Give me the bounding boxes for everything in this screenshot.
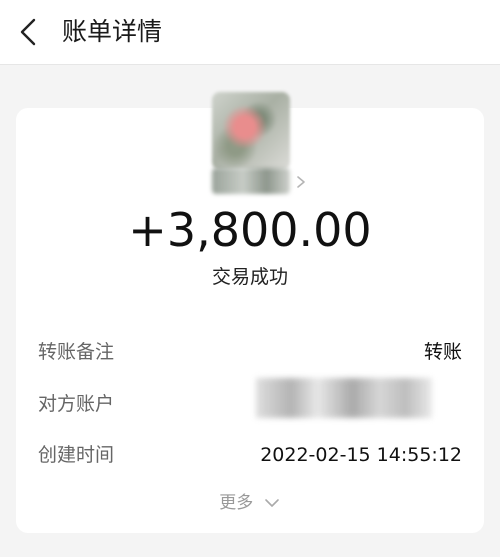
created-time-value: 2022-02-15 14:55:12 [260, 444, 462, 466]
created-time-label: 创建时间 [38, 444, 115, 466]
account-value-redacted [256, 378, 432, 418]
more-button[interactable]: 更多 [16, 490, 484, 516]
payee-name-redacted[interactable] [212, 168, 290, 194]
remark-label: 转账备注 [38, 341, 115, 363]
transaction-amount: +3,800.00 [128, 203, 372, 257]
page-title: 账单详情 [62, 17, 163, 46]
chevron-left-icon [20, 18, 36, 46]
more-label: 更多 [219, 493, 254, 513]
remark-value: 转账 [423, 341, 462, 363]
chevron-right-icon[interactable] [294, 174, 308, 190]
avatar[interactable] [212, 92, 290, 170]
transaction-status: 交易成功 [211, 266, 288, 288]
back-button[interactable] [14, 14, 46, 50]
account-label: 对方账户 [38, 393, 115, 415]
bill-card: +3,800.00 交易成功 转账备注 转账 对方账户 创建时间 2022-02… [16, 92, 484, 533]
top-bar: 账单详情 [0, 0, 500, 65]
chevron-down-icon [264, 499, 279, 507]
